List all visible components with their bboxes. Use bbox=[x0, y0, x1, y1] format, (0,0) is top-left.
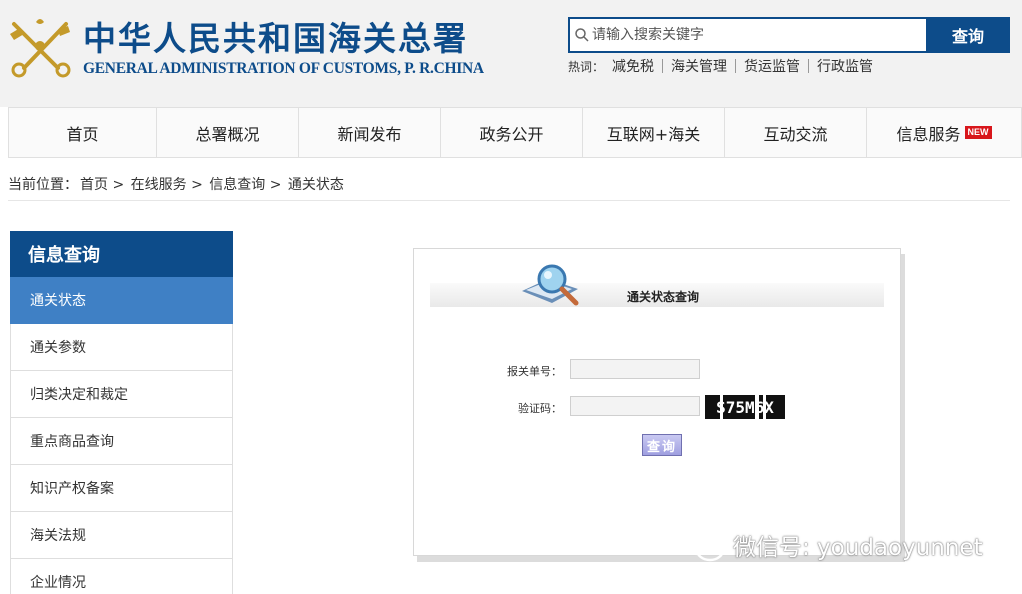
hot-term-link[interactable]: 减免税 bbox=[612, 56, 654, 76]
search-icon bbox=[575, 28, 589, 42]
sidebar-title: 信息查询 bbox=[10, 231, 233, 277]
divider bbox=[8, 200, 1010, 201]
breadcrumb-prefix: 当前位置： bbox=[8, 177, 78, 193]
site-title-en: GENERAL ADMINISTRATION OF CUSTOMS, P. R.… bbox=[83, 60, 484, 77]
sidebar-item-clearance-status[interactable]: 通关状态 bbox=[10, 277, 233, 324]
hot-term-link[interactable]: 行政监管 bbox=[817, 56, 873, 76]
nav-item-internet-customs[interactable]: 互联网+海关 bbox=[583, 108, 725, 157]
main-nav: 首页 总署概况 新闻发布 政务公开 互联网+海关 互动交流 信息服务 NEW bbox=[8, 107, 1022, 158]
breadcrumb-separator: > bbox=[112, 177, 125, 193]
breadcrumb-link-home[interactable]: 首页 bbox=[80, 177, 108, 193]
hot-term-link[interactable]: 海关管理 bbox=[671, 56, 727, 76]
sidebar-item-enterprise-info[interactable]: 企业情况 bbox=[10, 559, 233, 594]
new-badge: NEW bbox=[964, 126, 992, 139]
divider bbox=[662, 59, 664, 73]
captcha-label: 验证码： bbox=[518, 402, 562, 415]
wechat-watermark: 微信号: youdaoyunnet bbox=[681, 528, 983, 562]
wechat-icon bbox=[681, 528, 725, 562]
sidebar-item-key-commodities[interactable]: 重点商品查询 bbox=[10, 418, 233, 465]
magnifier-icon bbox=[522, 264, 579, 306]
nav-item-label: 政务公开 bbox=[479, 124, 544, 144]
nav-item-label: 互联网+海关 bbox=[606, 124, 701, 144]
hot-terms-label: 热词： bbox=[568, 59, 605, 74]
sidebar: 信息查询 通关状态 通关参数 归类决定和裁定 重点商品查询 知识产权备案 海关法… bbox=[10, 231, 233, 594]
captcha-image[interactable]: S75M6X bbox=[705, 395, 785, 419]
nav-item-label: 新闻发布 bbox=[337, 124, 402, 144]
divider bbox=[808, 59, 810, 73]
search-button[interactable]: 查询 bbox=[926, 17, 1010, 53]
nav-item-info-service[interactable]: 信息服务 NEW bbox=[867, 108, 1021, 157]
breadcrumb-separator: > bbox=[269, 177, 282, 193]
clearance-query-panel: 通关状态查询 报关单号： 验证码： S75M6X 查询 bbox=[413, 248, 901, 556]
nav-item-overview[interactable]: 总署概况 bbox=[157, 108, 299, 157]
sidebar-item-classification-rulings[interactable]: 归类决定和裁定 bbox=[10, 371, 233, 418]
hot-terms: 热词： 减免税 海关管理 货运监管 行政监管 bbox=[568, 56, 881, 76]
panel-title: 通关状态查询 bbox=[627, 290, 700, 304]
breadcrumb-link-clearance-status[interactable]: 通关状态 bbox=[288, 177, 344, 193]
divider bbox=[735, 59, 737, 73]
search-box: 查询 bbox=[568, 17, 1010, 53]
nav-item-government-affairs[interactable]: 政务公开 bbox=[441, 108, 583, 157]
captcha-input[interactable] bbox=[570, 396, 700, 416]
search-input[interactable] bbox=[592, 21, 922, 49]
nav-item-news[interactable]: 新闻发布 bbox=[299, 108, 441, 157]
site-title-cn: 中华人民共和国海关总署 bbox=[83, 19, 468, 58]
breadcrumb-link-info-query[interactable]: 信息查询 bbox=[209, 177, 265, 193]
customs-emblem-icon[interactable] bbox=[8, 14, 74, 78]
query-submit-button[interactable]: 查询 bbox=[642, 434, 682, 456]
nav-item-home[interactable]: 首页 bbox=[9, 108, 157, 157]
site-header: 中华人民共和国海关总署 GENERAL ADMINISTRATION OF CU… bbox=[0, 0, 1022, 107]
nav-item-label: 信息服务 bbox=[896, 124, 961, 144]
nav-item-label: 互动交流 bbox=[763, 124, 828, 144]
declaration-number-label: 报关单号： bbox=[507, 365, 562, 378]
nav-item-interaction[interactable]: 互动交流 bbox=[725, 108, 867, 157]
watermark-text: 微信号: youdaoyunnet bbox=[733, 535, 983, 561]
breadcrumb-separator: > bbox=[191, 177, 203, 193]
sidebar-item-ip-records[interactable]: 知识产权备案 bbox=[10, 465, 233, 512]
sidebar-item-customs-regulations[interactable]: 海关法规 bbox=[10, 512, 233, 559]
nav-item-label: 总署概况 bbox=[195, 124, 260, 144]
breadcrumb-link-online-service[interactable]: 在线服务 bbox=[131, 177, 187, 193]
hot-term-link[interactable]: 货运监管 bbox=[744, 56, 800, 76]
declaration-number-input[interactable] bbox=[570, 359, 700, 379]
nav-item-label: 首页 bbox=[66, 124, 99, 144]
captcha-text: S75M6X bbox=[716, 397, 774, 417]
breadcrumb: 当前位置： 首页 > 在线服务 > 信息查询 > 通关状态 bbox=[8, 174, 344, 194]
sidebar-item-clearance-params[interactable]: 通关参数 bbox=[10, 324, 233, 371]
